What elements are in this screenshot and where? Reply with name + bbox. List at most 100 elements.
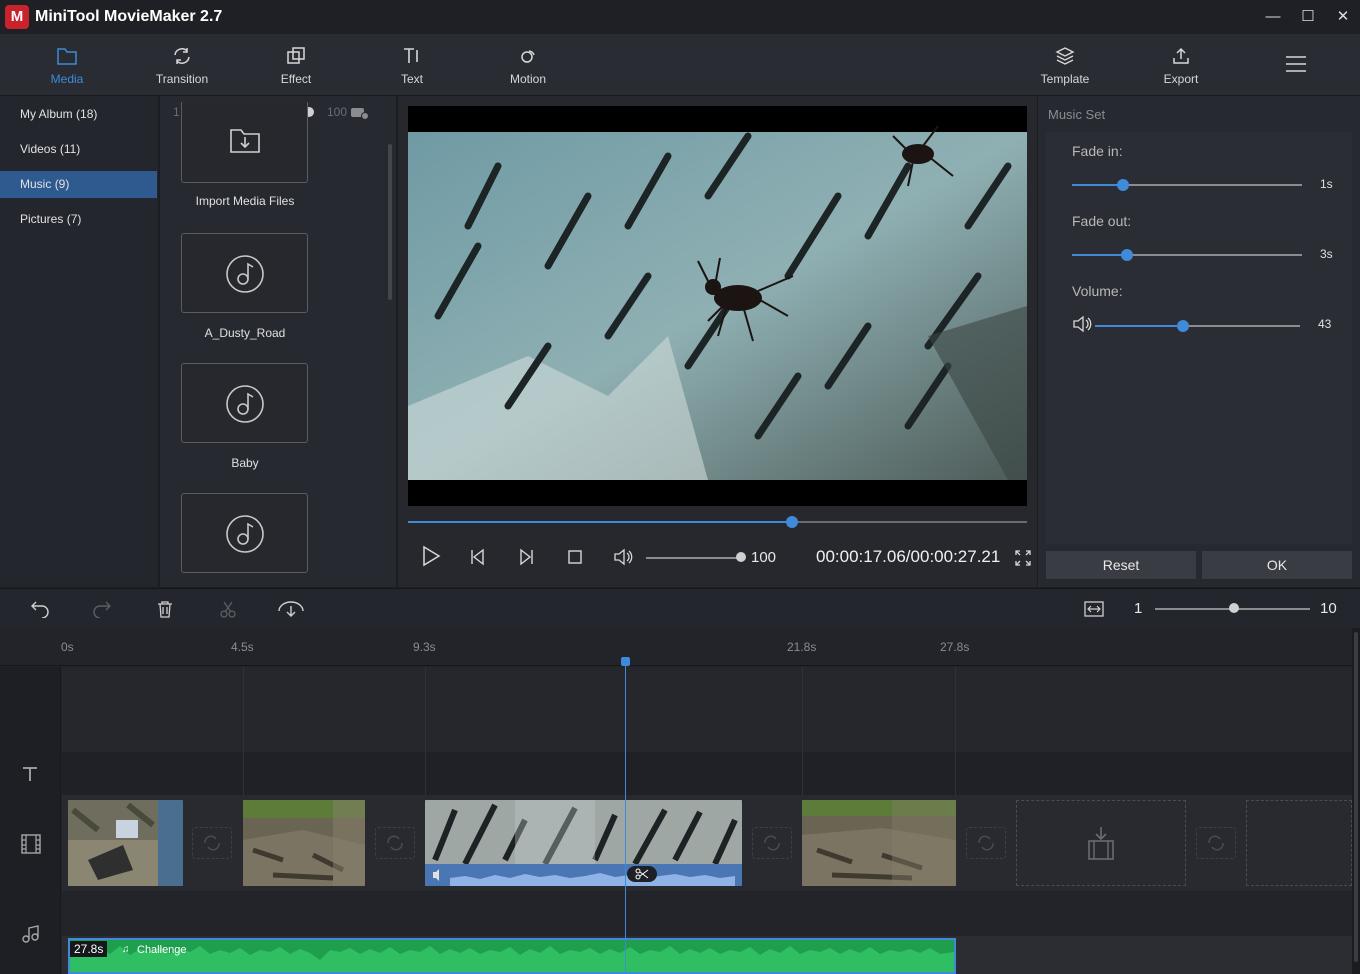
video-clip-selected[interactable] <box>425 800 742 886</box>
player-volume-slider[interactable] <box>646 557 741 559</box>
music-card[interactable] <box>181 233 308 313</box>
menu-icon[interactable] <box>1284 54 1308 74</box>
transition-slot[interactable] <box>375 827 415 859</box>
music-card[interactable] <box>181 493 308 573</box>
playback-progress-fill <box>408 521 792 523</box>
media-label: Baby <box>231 456 259 470</box>
fade-in-label: Fade in: <box>1072 143 1123 159</box>
timeline-scrollbar[interactable] <box>1352 628 1360 974</box>
split-icon[interactable] <box>219 600 237 618</box>
music-disc-icon <box>226 515 264 553</box>
player-volume-knob[interactable] <box>736 552 746 562</box>
transition-slot[interactable] <box>752 827 792 859</box>
fade-out-value: 3s <box>1320 247 1333 261</box>
tab-transition[interactable]: Transition <box>132 34 232 96</box>
stop-icon[interactable] <box>567 549 583 565</box>
video-clip[interactable] <box>243 800 365 886</box>
ruler-label: 4.5s <box>231 640 254 654</box>
album-item-count: (9) <box>54 177 70 191</box>
music-set-panel: Music Set Fade in: 1s Fade out: 3s Volum… <box>1037 96 1360 587</box>
tab-text[interactable]: Text <box>362 34 462 96</box>
album-item-my-album[interactable]: My Album (18) <box>0 101 157 128</box>
playhead-handle[interactable] <box>621 657 630 666</box>
music-clip-duration: 27.8s <box>70 941 108 957</box>
album-sidebar: My Album (18) Videos (11) Music (9) Pict… <box>0 96 158 587</box>
redo-icon[interactable] <box>92 600 112 619</box>
album-item-videos[interactable]: Videos (11) <box>0 136 157 163</box>
album-item-label: Pictures <box>20 212 64 226</box>
playhead[interactable] <box>625 658 626 974</box>
main-toolbar: Media Transition Effect Text Motion Temp… <box>0 34 1360 96</box>
fullscreen-icon[interactable] <box>1015 550 1031 566</box>
close-button[interactable]: ✕ <box>1330 6 1356 28</box>
video-preview <box>408 106 1027 506</box>
tab-motion-label: Motion <box>509 72 547 86</box>
previous-frame-icon[interactable] <box>469 548 487 566</box>
album-item-count: (11) <box>59 142 81 156</box>
music-clip-name: Challenge <box>137 944 187 956</box>
ok-button[interactable]: OK <box>1202 551 1352 579</box>
reset-button[interactable]: Reset <box>1046 551 1196 579</box>
album-item-label: My Album <box>20 107 73 121</box>
app-logo-icon: M <box>5 5 29 29</box>
ruler-label: 9.3s <box>413 640 436 654</box>
time-ruler[interactable]: 0s 4.5s 9.3s 21.8s 27.8s <box>0 628 1352 666</box>
undo-icon[interactable] <box>30 600 50 619</box>
timeline-zoom-min: 1 <box>1134 600 1143 617</box>
music-disc-icon <box>226 385 264 423</box>
play-icon[interactable] <box>420 545 442 567</box>
transition-slot[interactable] <box>1196 827 1236 859</box>
add-clip-slot[interactable] <box>1016 800 1186 886</box>
template-label: Template <box>1040 72 1090 86</box>
music-card[interactable] <box>181 363 308 443</box>
tab-effect[interactable]: Effect <box>246 34 346 96</box>
title-bar: M MiniTool MovieMaker 2.7 — ☐ ✕ <box>0 0 1360 34</box>
player-volume-value: 100 <box>751 549 777 566</box>
app-title: MiniTool MovieMaker 2.7 <box>35 8 223 25</box>
maximize-button[interactable]: ☐ <box>1295 6 1321 28</box>
export-icon <box>1173 47 1189 64</box>
import-icon <box>230 129 260 153</box>
preview-panel: 100 00:00:17.06/00:00:27.21 <box>397 96 1037 587</box>
folder-icon <box>57 48 77 65</box>
view-toggle-icon[interactable] <box>350 106 370 120</box>
fit-timeline-icon[interactable] <box>1084 600 1104 618</box>
video-clip[interactable] <box>802 800 956 886</box>
tab-motion[interactable]: Motion <box>478 34 578 96</box>
video-clip[interactable] <box>68 800 183 886</box>
tab-media-label: Media <box>50 72 84 86</box>
next-frame-icon[interactable] <box>517 548 535 566</box>
import-media-card[interactable] <box>181 102 308 183</box>
music-volume-value: 43 <box>1318 317 1332 331</box>
tab-transition-label: Transition <box>155 72 209 86</box>
ruler-label: 0s <box>61 640 74 654</box>
media-label: A_Dusty_Road <box>204 326 286 340</box>
timeline-zoom-knob[interactable] <box>1229 603 1240 613</box>
fade-in-knob[interactable] <box>1116 179 1129 191</box>
album-item-music[interactable]: Music (9) <box>0 171 157 198</box>
template-button[interactable]: Template <box>1015 34 1115 96</box>
text-track-icon <box>21 765 39 783</box>
delete-icon[interactable] <box>157 600 173 618</box>
volume-icon <box>1072 315 1092 333</box>
volume-icon[interactable] <box>613 548 633 566</box>
music-settings-box <box>1046 132 1352 544</box>
playback-progress-knob[interactable] <box>785 516 798 528</box>
music-track-icon <box>21 924 39 944</box>
add-clip-slot[interactable] <box>1246 800 1352 886</box>
transition-slot[interactable] <box>966 827 1006 859</box>
tab-media[interactable]: Media <box>17 34 117 96</box>
video-track-icon <box>20 833 42 855</box>
music-clip[interactable]: 27.8s ♫ Challenge <box>68 938 956 974</box>
timeline-zoom-max: 10 <box>1320 600 1337 617</box>
album-item-pictures[interactable]: Pictures (7) <box>0 206 157 233</box>
cut-marker[interactable] <box>627 866 657 882</box>
album-item-count: (18) <box>76 107 98 121</box>
export-button[interactable]: Export <box>1131 34 1231 96</box>
media-library: 1 100 Import Media Files A_Dusty_Road Ba… <box>159 96 396 587</box>
minimize-button[interactable]: — <box>1260 6 1286 28</box>
library-scrollbar[interactable] <box>388 144 392 300</box>
overlay-track <box>62 667 1352 752</box>
transition-slot[interactable] <box>192 827 232 859</box>
audio-detach-icon[interactable] <box>276 599 306 619</box>
